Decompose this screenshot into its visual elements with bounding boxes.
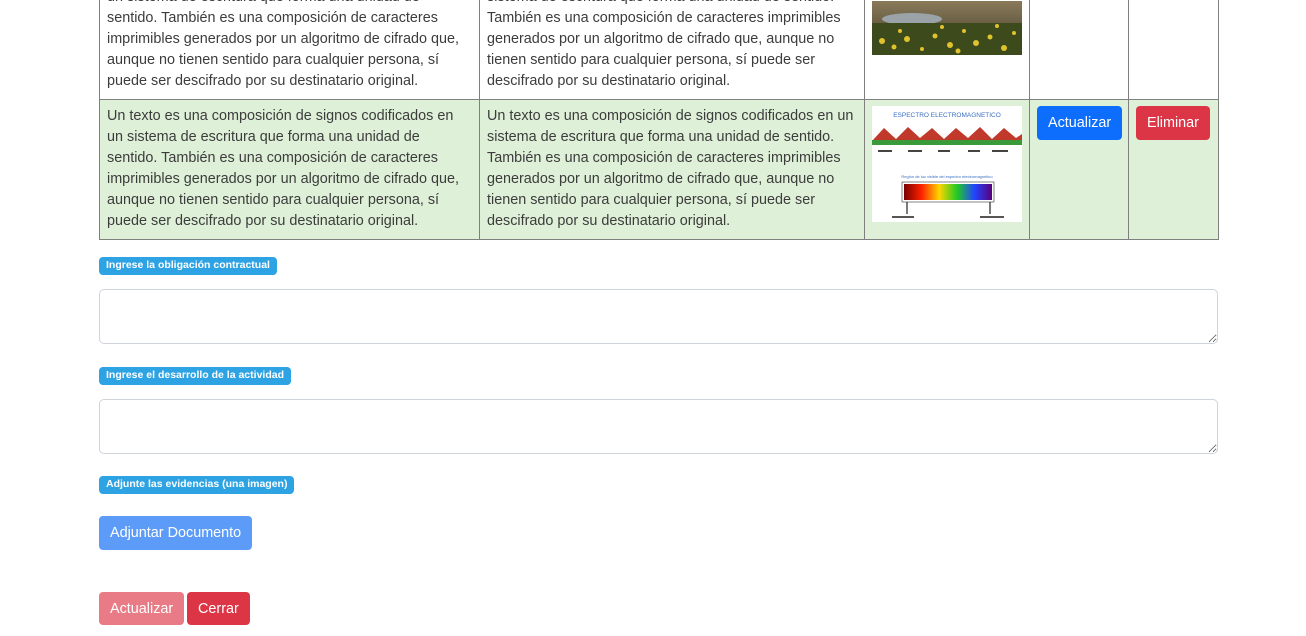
table-cell-delete	[1128, 0, 1219, 100]
table-cell-delete: Eliminar	[1128, 99, 1219, 240]
records-table: Un texto es una composición de signos co…	[99, 0, 1219, 240]
table-cell-activity: Un texto es una composición de signos co…	[479, 99, 865, 240]
landscape-thumbnail	[872, 1, 1022, 55]
table-cell-evidence: ESPECTRO ELECTROMAGNETICO Región de luz …	[864, 99, 1030, 240]
close-button[interactable]: Cerrar	[187, 592, 250, 625]
table-cell-obligation: Un texto es una composición de signos co…	[99, 0, 480, 100]
update-button[interactable]: Actualizar	[99, 592, 185, 625]
table-cell-update	[1029, 0, 1129, 100]
table-row: Un texto es una composición de signos co…	[99, 0, 1219, 100]
attach-document-button[interactable]: Adjuntar Documento	[99, 516, 253, 550]
evidence-label: Adjunte las evidencias (una imagen)	[99, 476, 295, 494]
update-row-button[interactable]: Actualizar	[1037, 106, 1123, 140]
table-row: Un texto es una composición de signos co…	[99, 99, 1219, 240]
spectrum-title: ESPECTRO ELECTROMAGNETICO	[893, 112, 1001, 119]
obligation-label: Ingrese la obligación contractual	[99, 257, 277, 275]
delete-row-button[interactable]: Eliminar	[1136, 106, 1210, 140]
table-cell-evidence	[864, 0, 1030, 100]
obligation-field[interactable]	[99, 289, 1218, 344]
spectrum-thumbnail: ESPECTRO ELECTROMAGNETICO Región de luz …	[872, 106, 1022, 222]
table-cell-obligation: Un texto es una composición de signos co…	[99, 99, 480, 240]
spectrum-caption: Región de luz visible del espectro elect…	[901, 174, 993, 179]
activity-field[interactable]	[99, 399, 1218, 454]
table-cell-activity: Un texto es una composición de signos co…	[479, 0, 865, 100]
activity-label: Ingrese el desarrollo de la actividad	[99, 367, 291, 385]
table-cell-update: Actualizar	[1029, 99, 1129, 240]
